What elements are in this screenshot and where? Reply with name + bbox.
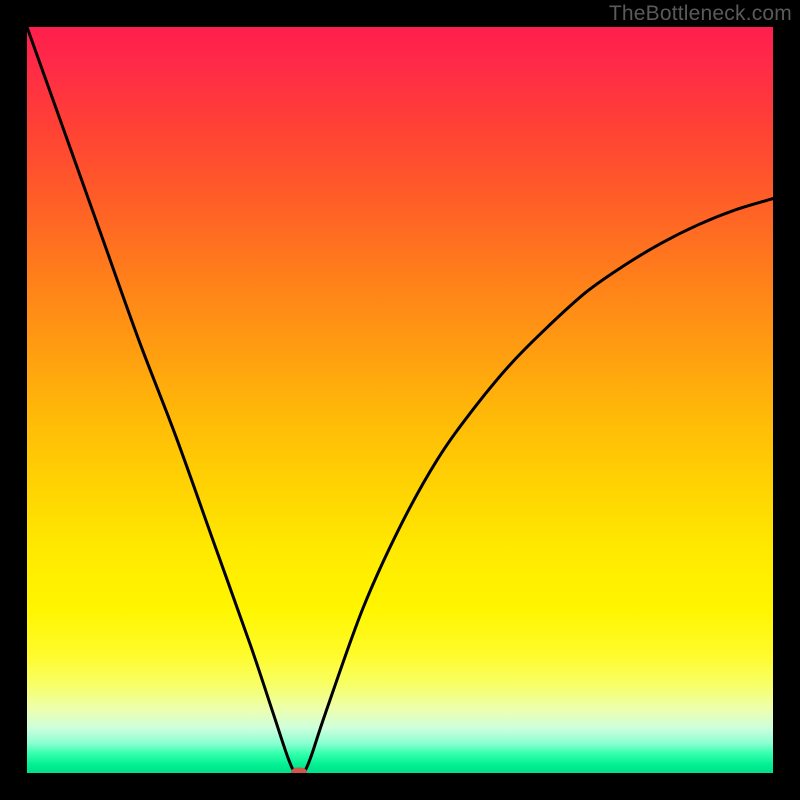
bottleneck-curve-path — [27, 27, 773, 773]
watermark-text: TheBottleneck.com — [609, 2, 792, 26]
chart-frame: TheBottleneck.com — [0, 0, 800, 800]
plot-area — [27, 27, 773, 773]
optimal-point-marker — [291, 768, 307, 774]
curve-svg — [27, 27, 773, 773]
